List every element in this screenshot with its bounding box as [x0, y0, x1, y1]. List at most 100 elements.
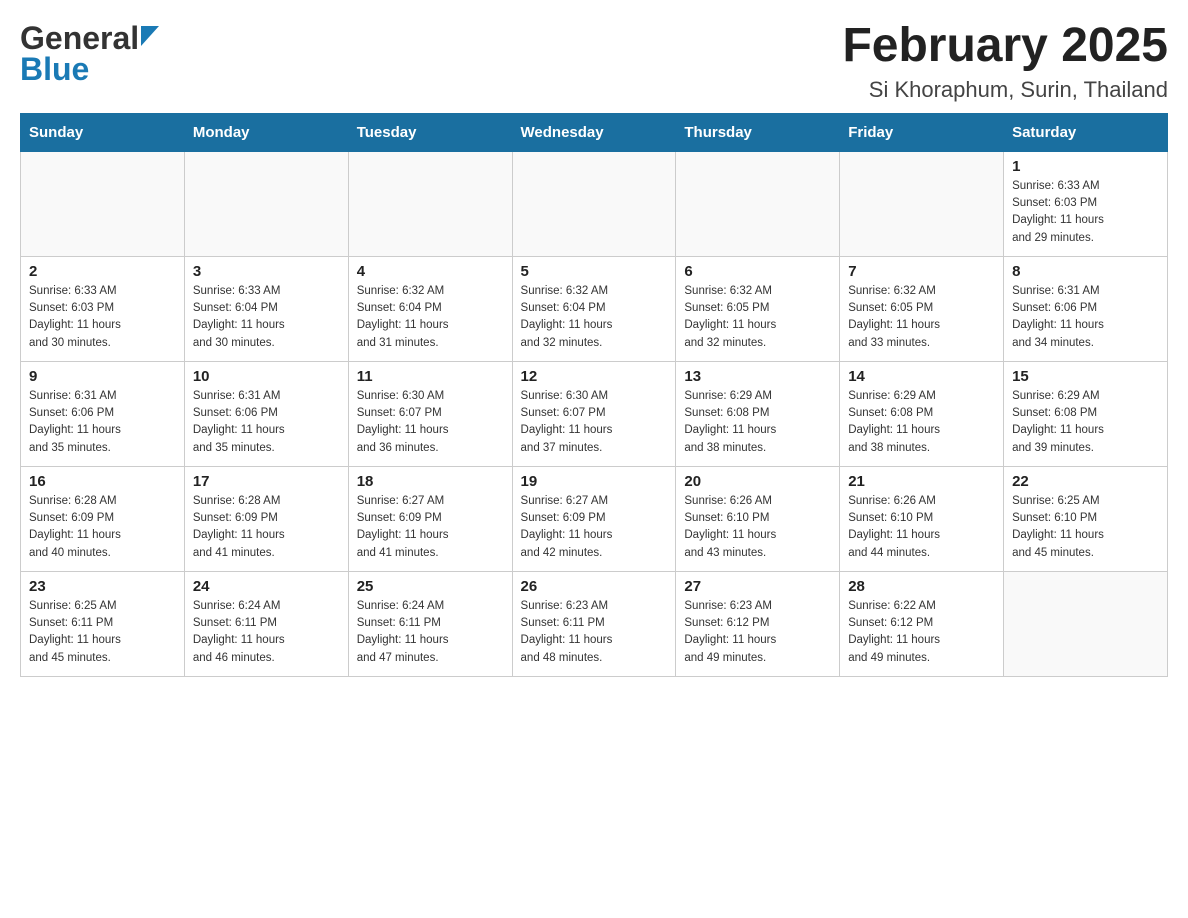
day-info: Sunrise: 6:31 AMSunset: 6:06 PMDaylight:… — [29, 388, 176, 457]
day-info: Sunrise: 6:26 AMSunset: 6:10 PMDaylight:… — [848, 493, 995, 562]
calendar-cell-4-3: 26 Sunrise: 6:23 AMSunset: 6:11 PMDayligh… — [512, 571, 676, 676]
calendar-table: Sunday Monday Tuesday Wednesday Thursday… — [20, 113, 1168, 677]
day-info: Sunrise: 6:32 AMSunset: 6:04 PMDaylight:… — [357, 283, 504, 352]
day-info: Sunrise: 6:33 AMSunset: 6:03 PMDaylight:… — [1012, 178, 1159, 247]
calendar-cell-1-3: 5 Sunrise: 6:32 AMSunset: 6:04 PMDaylight… — [512, 256, 676, 361]
day-info: Sunrise: 6:25 AMSunset: 6:10 PMDaylight:… — [1012, 493, 1159, 562]
calendar-cell-1-1: 3 Sunrise: 6:33 AMSunset: 6:04 PMDaylight… — [184, 256, 348, 361]
day-info: Sunrise: 6:27 AMSunset: 6:09 PMDaylight:… — [357, 493, 504, 562]
calendar-cell-0-1 — [184, 151, 348, 256]
page-header: General Blue February 2025 Si Khoraphum,… — [20, 20, 1168, 103]
calendar-cell-1-5: 7Sunrise: 6:32 AMSunset: 6:05 PMDaylight… — [840, 256, 1004, 361]
calendar-cell-3-5: 21 Sunrise: 6:26 AMSunset: 6:10 PMDayligh… — [840, 466, 1004, 571]
day-number: 16 — [29, 473, 176, 490]
day-number: 19 — [521, 473, 668, 490]
header-sunday: Sunday — [21, 113, 185, 151]
title-block: February 2025 Si Khoraphum, Surin, Thail… — [842, 20, 1168, 103]
day-number: 23 — [29, 578, 176, 595]
day-info: Sunrise: 6:31 AMSunset: 6:06 PMDaylight:… — [1012, 283, 1159, 352]
day-info: Sunrise: 6:29 AMSunset: 6:08 PMDaylight:… — [684, 388, 831, 457]
day-number: 20 — [684, 473, 831, 490]
day-number: 25 — [357, 578, 504, 595]
day-number: 3 — [193, 263, 340, 280]
calendar-cell-0-0 — [21, 151, 185, 256]
calendar-cell-2-3: 12Sunrise: 6:30 AMSunset: 6:07 PMDayligh… — [512, 361, 676, 466]
day-number: 17 — [193, 473, 340, 490]
calendar-cell-4-1: 24 Sunrise: 6:24 AMSunset: 6:11 PMDayligh… — [184, 571, 348, 676]
day-number: 13 — [684, 368, 831, 385]
calendar-cell-1-4: 6 Sunrise: 6:32 AMSunset: 6:05 PMDaylight… — [676, 256, 840, 361]
calendar-cell-3-3: 19 Sunrise: 6:27 AMSunset: 6:09 PMDayligh… — [512, 466, 676, 571]
calendar-cell-4-4: 27 Sunrise: 6:23 AMSunset: 6:12 PMDayligh… — [676, 571, 840, 676]
day-info: Sunrise: 6:30 AMSunset: 6:07 PMDaylight:… — [357, 388, 504, 457]
day-number: 18 — [357, 473, 504, 490]
calendar-cell-0-5 — [840, 151, 1004, 256]
calendar-cell-0-3 — [512, 151, 676, 256]
calendar-cell-2-6: 15 Sunrise: 6:29 AMSunset: 6:08 PMDayligh… — [1004, 361, 1168, 466]
day-info: Sunrise: 6:26 AMSunset: 6:10 PMDaylight:… — [684, 493, 831, 562]
calendar-cell-4-5: 28 Sunrise: 6:22 AMSunset: 6:12 PMDayligh… — [840, 571, 1004, 676]
calendar-week-row-3: 16 Sunrise: 6:28 AMSunset: 6:09 PMDayligh… — [21, 466, 1168, 571]
calendar-header-row: Sunday Monday Tuesday Wednesday Thursday… — [21, 113, 1168, 151]
day-info: Sunrise: 6:32 AMSunset: 6:05 PMDaylight:… — [848, 283, 995, 352]
calendar-cell-2-1: 10Sunrise: 6:31 AMSunset: 6:06 PMDayligh… — [184, 361, 348, 466]
day-number: 1 — [1012, 158, 1159, 175]
calendar-cell-2-0: 9 Sunrise: 6:31 AMSunset: 6:06 PMDaylight… — [21, 361, 185, 466]
calendar-cell-4-0: 23Sunrise: 6:25 AMSunset: 6:11 PMDayligh… — [21, 571, 185, 676]
day-info: Sunrise: 6:27 AMSunset: 6:09 PMDaylight:… — [521, 493, 668, 562]
calendar-week-row-1: 2 Sunrise: 6:33 AMSunset: 6:03 PMDaylight… — [21, 256, 1168, 361]
day-info: Sunrise: 6:32 AMSunset: 6:04 PMDaylight:… — [521, 283, 668, 352]
day-number: 2 — [29, 263, 176, 280]
day-number: 22 — [1012, 473, 1159, 490]
calendar-cell-0-4 — [676, 151, 840, 256]
day-info: Sunrise: 6:33 AMSunset: 6:03 PMDaylight:… — [29, 283, 176, 352]
calendar-week-row-0: 1 Sunrise: 6:33 AMSunset: 6:03 PMDaylight… — [21, 151, 1168, 256]
day-number: 6 — [684, 263, 831, 280]
day-info: Sunrise: 6:32 AMSunset: 6:05 PMDaylight:… — [684, 283, 831, 352]
logo: General Blue — [20, 20, 159, 88]
day-info: Sunrise: 6:23 AMSunset: 6:12 PMDaylight:… — [684, 598, 831, 667]
day-number: 11 — [357, 368, 504, 385]
header-wednesday: Wednesday — [512, 113, 676, 151]
day-info: Sunrise: 6:29 AMSunset: 6:08 PMDaylight:… — [1012, 388, 1159, 457]
calendar-cell-1-6: 8 Sunrise: 6:31 AMSunset: 6:06 PMDaylight… — [1004, 256, 1168, 361]
day-number: 28 — [848, 578, 995, 595]
calendar-week-row-2: 9 Sunrise: 6:31 AMSunset: 6:06 PMDaylight… — [21, 361, 1168, 466]
header-friday: Friday — [840, 113, 1004, 151]
calendar-cell-3-4: 20 Sunrise: 6:26 AMSunset: 6:10 PMDayligh… — [676, 466, 840, 571]
header-tuesday: Tuesday — [348, 113, 512, 151]
day-info: Sunrise: 6:31 AMSunset: 6:06 PMDaylight:… — [193, 388, 340, 457]
header-monday: Monday — [184, 113, 348, 151]
day-info: Sunrise: 6:28 AMSunset: 6:09 PMDaylight:… — [29, 493, 176, 562]
day-number: 15 — [1012, 368, 1159, 385]
day-number: 24 — [193, 578, 340, 595]
calendar-cell-1-0: 2 Sunrise: 6:33 AMSunset: 6:03 PMDaylight… — [21, 256, 185, 361]
day-number: 12 — [521, 368, 668, 385]
logo-blue-text: Blue — [20, 51, 89, 87]
day-number: 8 — [1012, 263, 1159, 280]
day-info: Sunrise: 6:33 AMSunset: 6:04 PMDaylight:… — [193, 283, 340, 352]
day-number: 26 — [521, 578, 668, 595]
calendar-cell-4-6 — [1004, 571, 1168, 676]
day-info: Sunrise: 6:29 AMSunset: 6:08 PMDaylight:… — [848, 388, 995, 457]
calendar-week-row-4: 23Sunrise: 6:25 AMSunset: 6:11 PMDayligh… — [21, 571, 1168, 676]
calendar-cell-2-2: 11 Sunrise: 6:30 AMSunset: 6:07 PMDayligh… — [348, 361, 512, 466]
calendar-cell-3-0: 16 Sunrise: 6:28 AMSunset: 6:09 PMDayligh… — [21, 466, 185, 571]
day-info: Sunrise: 6:23 AMSunset: 6:11 PMDaylight:… — [521, 598, 668, 667]
calendar-cell-0-2 — [348, 151, 512, 256]
day-info: Sunrise: 6:24 AMSunset: 6:11 PMDaylight:… — [357, 598, 504, 667]
calendar-cell-2-4: 13 Sunrise: 6:29 AMSunset: 6:08 PMDayligh… — [676, 361, 840, 466]
calendar-cell-2-5: 14Sunrise: 6:29 AMSunset: 6:08 PMDayligh… — [840, 361, 1004, 466]
calendar-cell-3-6: 22 Sunrise: 6:25 AMSunset: 6:10 PMDayligh… — [1004, 466, 1168, 571]
page-title: February 2025 — [842, 20, 1168, 73]
day-number: 27 — [684, 578, 831, 595]
calendar-cell-1-2: 4 Sunrise: 6:32 AMSunset: 6:04 PMDaylight… — [348, 256, 512, 361]
day-info: Sunrise: 6:24 AMSunset: 6:11 PMDaylight:… — [193, 598, 340, 667]
day-info: Sunrise: 6:28 AMSunset: 6:09 PMDaylight:… — [193, 493, 340, 562]
day-number: 4 — [357, 263, 504, 280]
header-saturday: Saturday — [1004, 113, 1168, 151]
day-number: 9 — [29, 368, 176, 385]
day-info: Sunrise: 6:22 AMSunset: 6:12 PMDaylight:… — [848, 598, 995, 667]
day-number: 21 — [848, 473, 995, 490]
day-number: 5 — [521, 263, 668, 280]
